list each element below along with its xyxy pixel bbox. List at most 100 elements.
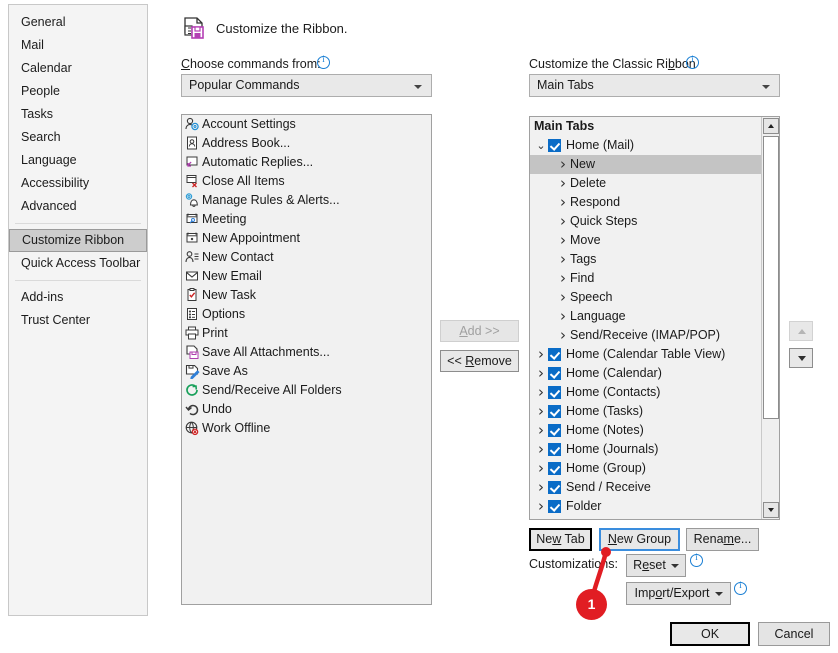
tree-item[interactable]: › Delete [530, 174, 758, 193]
move-down-button[interactable] [789, 348, 813, 368]
tree-item[interactable]: › Respond [530, 193, 758, 212]
chevron-right-icon[interactable]: › [534, 498, 548, 515]
command-item[interactable]: Send/Receive All Folders [182, 381, 431, 400]
tree-item[interactable]: › Home (Contacts) [530, 383, 758, 402]
tree-item-checkbox[interactable] [548, 386, 561, 399]
command-item[interactable]: Work Offline [182, 419, 431, 438]
command-item[interactable]: Save As [182, 362, 431, 381]
sidebar-item-accessibility[interactable]: Accessibility [9, 172, 147, 195]
chevron-down-icon[interactable]: ⌄ [534, 136, 548, 155]
command-item[interactable]: New Appointment [182, 229, 431, 248]
command-item[interactable]: Manage Rules & Alerts... [182, 191, 431, 210]
tree-item[interactable]: › Tags [530, 250, 758, 269]
new-tab-button[interactable]: New Tab [529, 528, 592, 551]
chevron-right-icon[interactable]: › [556, 289, 570, 306]
ok-button[interactable]: OK [670, 622, 750, 646]
chevron-right-icon[interactable]: › [556, 156, 570, 173]
tree-item-checkbox[interactable] [548, 139, 561, 152]
tree-item[interactable]: › Quick Steps [530, 212, 758, 231]
tree-item-checkbox[interactable] [548, 481, 561, 494]
chevron-right-icon[interactable]: › [534, 460, 548, 477]
tree-item[interactable]: › Speech [530, 288, 758, 307]
tree-item-checkbox[interactable] [548, 348, 561, 361]
tree-item[interactable]: › New [530, 155, 779, 174]
tree-item[interactable]: › Home (Calendar Table View) [530, 345, 758, 364]
chevron-right-icon[interactable]: › [556, 213, 570, 230]
sidebar-item-calendar[interactable]: Calendar [9, 57, 147, 80]
tree-item[interactable]: › Send/Receive (IMAP/POP) [530, 326, 758, 345]
add-button[interactable]: Add >> [440, 320, 519, 342]
tree-item[interactable]: › Home (Journals) [530, 440, 758, 459]
tree-item[interactable]: › Language [530, 307, 758, 326]
command-item[interactable]: Account Settings [182, 115, 431, 134]
chevron-right-icon[interactable]: › [556, 194, 570, 211]
sidebar-item-advanced[interactable]: Advanced [9, 195, 147, 218]
tree-item[interactable]: › Find [530, 269, 758, 288]
command-item[interactable]: Close All Items [182, 172, 431, 191]
chevron-right-icon[interactable]: › [556, 270, 570, 287]
chevron-right-icon[interactable]: › [556, 251, 570, 268]
tree-item[interactable]: › Move [530, 231, 758, 250]
import-export-button[interactable]: Import/Export [626, 582, 731, 605]
chevron-right-icon[interactable]: › [556, 232, 570, 249]
tree-item[interactable]: › Send / Receive [530, 478, 758, 497]
sidebar-item-people[interactable]: People [9, 80, 147, 103]
command-item[interactable]: Print [182, 324, 431, 343]
options-category-sidebar[interactable]: General Mail Calendar People Tasks Searc… [8, 4, 148, 616]
chevron-right-icon[interactable]: › [556, 327, 570, 344]
info-icon[interactable] [690, 552, 703, 570]
sidebar-item-customize-ribbon[interactable]: Customize Ribbon [9, 229, 147, 252]
tree-item-checkbox[interactable] [548, 367, 561, 380]
sidebar-item-language[interactable]: Language [9, 149, 147, 172]
command-item[interactable]: Undo [182, 400, 431, 419]
move-up-button[interactable] [789, 321, 813, 341]
tree-item[interactable]: › Home (Group) [530, 459, 758, 478]
info-icon[interactable] [317, 54, 330, 72]
remove-button[interactable]: << Remove [440, 350, 519, 372]
tree-item-checkbox[interactable] [548, 443, 561, 456]
scroll-thumb[interactable] [763, 136, 779, 419]
rename-button[interactable]: Rename... [686, 528, 759, 551]
commands-list[interactable]: Account Settings Address Book... Automatic… [181, 114, 432, 605]
scroll-up-button[interactable] [763, 118, 779, 134]
tree-item[interactable]: › Folder [530, 497, 758, 516]
command-item[interactable]: New Task [182, 286, 431, 305]
sidebar-item-quick-access-toolbar[interactable]: Quick Access Toolbar [9, 252, 147, 275]
command-item[interactable]: Automatic Replies... [182, 153, 431, 172]
chevron-right-icon[interactable]: › [534, 403, 548, 420]
info-icon[interactable] [686, 54, 699, 72]
new-group-button[interactable]: New Group [599, 528, 680, 551]
cancel-button[interactable]: Cancel [758, 622, 830, 646]
tree-item[interactable]: ⌄ Home (Mail) [530, 136, 758, 155]
tree-item-checkbox[interactable] [548, 500, 561, 513]
sidebar-item-tasks[interactable]: Tasks [9, 103, 147, 126]
chevron-right-icon[interactable]: › [534, 365, 548, 382]
choose-commands-dropdown[interactable]: Popular Commands [181, 74, 432, 97]
command-item[interactable]: New Email [182, 267, 431, 286]
scroll-down-button[interactable] [763, 502, 779, 518]
ribbon-tree-scrollbar[interactable] [761, 117, 779, 519]
reset-button[interactable]: Reset [626, 554, 686, 577]
sidebar-item-trust-center[interactable]: Trust Center [9, 309, 147, 332]
info-icon[interactable] [734, 580, 747, 598]
sidebar-item-search[interactable]: Search [9, 126, 147, 149]
command-item[interactable]: Address Book... [182, 134, 431, 153]
command-item[interactable]: Options [182, 305, 431, 324]
tree-item[interactable]: › Home (Calendar) [530, 364, 758, 383]
sidebar-item-general[interactable]: General [9, 11, 147, 34]
sidebar-item-mail[interactable]: Mail [9, 34, 147, 57]
sidebar-item-add-ins[interactable]: Add-ins [9, 286, 147, 309]
chevron-right-icon[interactable]: › [556, 175, 570, 192]
chevron-right-icon[interactable]: › [534, 422, 548, 439]
chevron-right-icon[interactable]: › [556, 308, 570, 325]
command-item[interactable]: Save All Attachments... [182, 343, 431, 362]
chevron-right-icon[interactable]: › [534, 479, 548, 496]
command-item[interactable]: Meeting [182, 210, 431, 229]
tree-item[interactable]: › Home (Tasks) [530, 402, 758, 421]
ribbon-scope-dropdown[interactable]: Main Tabs [529, 74, 780, 97]
tree-item-checkbox[interactable] [548, 405, 561, 418]
chevron-right-icon[interactable]: › [534, 384, 548, 401]
chevron-right-icon[interactable]: › [534, 346, 548, 363]
tree-item-checkbox[interactable] [548, 462, 561, 475]
tree-item[interactable]: › Home (Notes) [530, 421, 758, 440]
